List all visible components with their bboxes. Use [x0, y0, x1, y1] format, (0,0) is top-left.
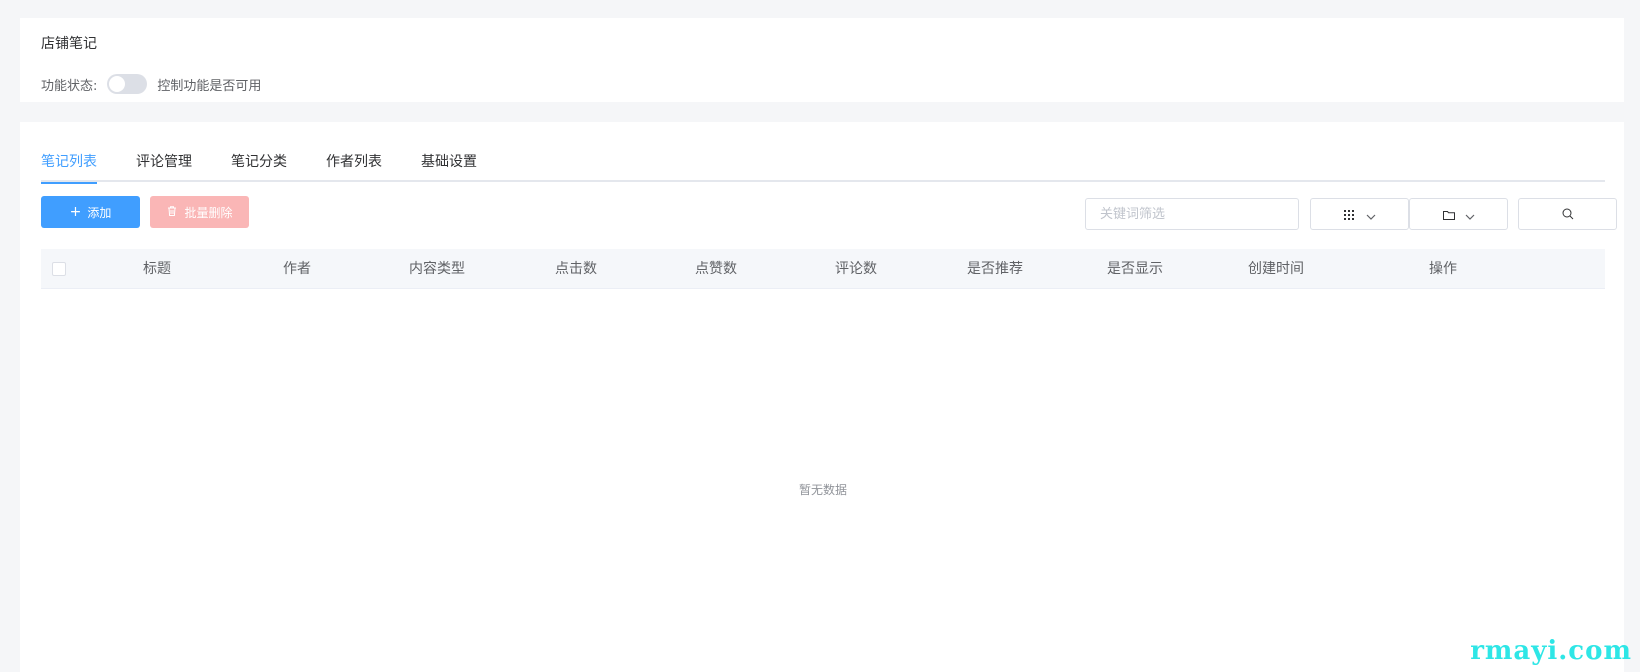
view-mode-select[interactable] [1310, 198, 1409, 230]
status-hint: 控制功能是否可用 [157, 78, 262, 94]
category-select[interactable] [1409, 198, 1508, 230]
feature-status-card: 店铺笔记 功能状态: 控制功能是否可用 [20, 18, 1624, 102]
page-title: 店铺笔记 [41, 36, 97, 52]
tab-author-list[interactable]: 作者列表 [326, 148, 382, 182]
tab-bar: 笔记列表 评论管理 笔记分类 作者列表 基础设置 [41, 148, 1605, 184]
status-label: 功能状态: [41, 78, 98, 94]
tab-comment-management[interactable]: 评论管理 [136, 148, 192, 182]
tab-basic-settings[interactable]: 基础设置 [421, 148, 477, 182]
plus-icon: + [69, 204, 82, 220]
column-header-content-type: 内容类型 [409, 261, 465, 277]
grid-icon [1343, 205, 1354, 224]
column-header-actions: 操作 [1429, 261, 1457, 277]
batch-delete-label: 批量删除 [184, 205, 233, 220]
feature-toggle[interactable] [107, 74, 148, 94]
chevron-down-icon [1465, 205, 1475, 224]
search-button[interactable] [1518, 198, 1617, 230]
watermark: rmayi.com [1470, 636, 1632, 666]
status-row: 功能状态: 控制功能是否可用 [41, 73, 261, 95]
column-header-clicks: 点击数 [555, 261, 597, 277]
empty-state-text: 暂无数据 [798, 483, 847, 497]
add-button-label: 添加 [87, 205, 112, 220]
chevron-down-icon [1366, 205, 1376, 224]
column-header-title: 标题 [143, 261, 171, 277]
toggle-knob [109, 76, 126, 92]
tab-note-list[interactable]: 笔记列表 [41, 148, 97, 184]
tab-note-categories[interactable]: 笔记分类 [231, 148, 287, 182]
keyword-filter-input[interactable] [1085, 198, 1299, 230]
search-icon [1562, 205, 1574, 224]
trash-icon [166, 205, 178, 220]
toolbar: + 添加 批量删除 [41, 196, 1617, 230]
column-header-comments: 评论数 [835, 261, 877, 277]
batch-delete-button[interactable]: 批量删除 [150, 196, 249, 228]
column-header-likes: 点赞数 [695, 261, 737, 277]
notes-table: 标题 作者 内容类型 点击数 点赞数 评论数 是否推荐 是否显示 创建时间 操作… [41, 249, 1605, 497]
column-header-author: 作者 [283, 261, 311, 277]
table-header: 标题 作者 内容类型 点击数 点赞数 评论数 是否推荐 是否显示 创建时间 操作 [41, 249, 1605, 289]
select-all-checkbox[interactable] [52, 262, 66, 276]
folder-icon [1442, 205, 1455, 224]
add-button[interactable]: + 添加 [41, 196, 140, 228]
column-header-created-time: 创建时间 [1248, 261, 1304, 277]
column-header-visible: 是否显示 [1107, 261, 1163, 277]
column-header-recommended: 是否推荐 [967, 261, 1023, 277]
notes-card: 笔记列表 评论管理 笔记分类 作者列表 基础设置 + 添加 批量删除 关键词筛选… [20, 122, 1624, 672]
